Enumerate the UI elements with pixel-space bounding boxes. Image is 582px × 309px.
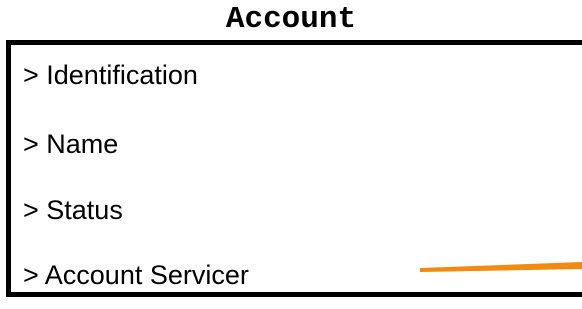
connector-line [420, 262, 582, 272]
connector-arrow-shape [420, 262, 582, 272]
diagram-canvas: Account > Identification > Name > Status… [0, 0, 582, 309]
